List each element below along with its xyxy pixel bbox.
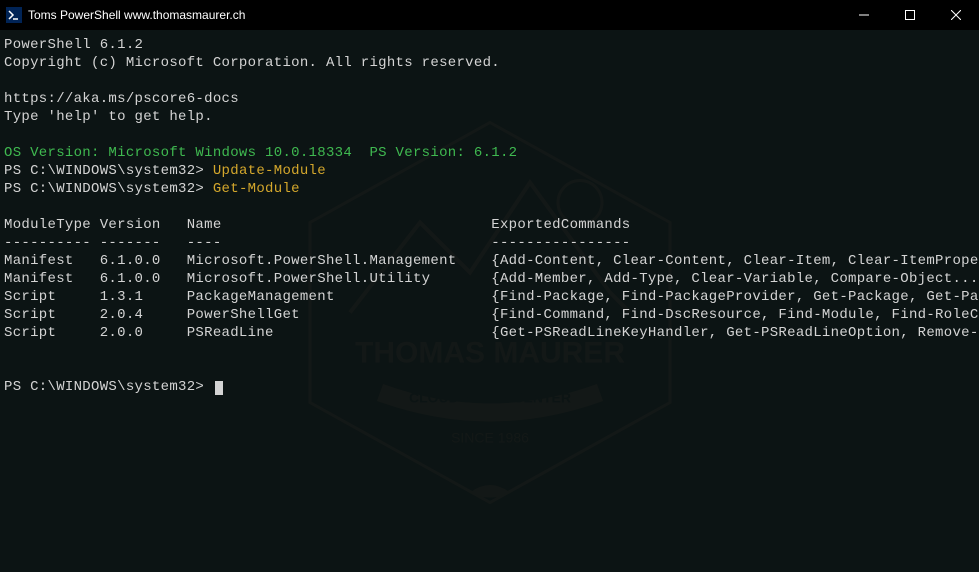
titlebar: Toms PowerShell www.thomasmaurer.ch <box>0 0 979 30</box>
close-button[interactable] <box>933 0 979 30</box>
prompt-line-2: PS C:\WINDOWS\system32> Get-Module <box>4 180 975 198</box>
prompt: PS C:\WINDOWS\system32> <box>4 163 213 179</box>
os-version-line: OS Version: Microsoft Windows 10.0.18334… <box>4 144 975 162</box>
blank-line <box>4 342 975 360</box>
powershell-icon <box>6 7 22 23</box>
blank-line <box>4 72 975 90</box>
blank-line <box>4 360 975 378</box>
prompt-line-3: PS C:\WINDOWS\system32> <box>4 378 975 396</box>
prompt: PS C:\WINDOWS\system32> <box>4 181 213 197</box>
blank-line <box>4 126 975 144</box>
table-row: Manifest 6.1.0.0 Microsoft.PowerShell.Ut… <box>4 270 975 288</box>
prompt-line-1: PS C:\WINDOWS\system32> Update-Module <box>4 162 975 180</box>
minimize-button[interactable] <box>841 0 887 30</box>
help-hint-line: Type 'help' to get help. <box>4 108 975 126</box>
table-header: ModuleType Version Name ExportedCommands <box>4 216 975 234</box>
terminal-output[interactable]: PowerShell 6.1.2 Copyright (c) Microsoft… <box>0 30 979 402</box>
version-line: PowerShell 6.1.2 <box>4 36 975 54</box>
window-title: Toms PowerShell www.thomasmaurer.ch <box>28 8 841 22</box>
blank-line <box>4 198 975 216</box>
table-row: Manifest 6.1.0.0 Microsoft.PowerShell.Ma… <box>4 252 975 270</box>
copyright-line: Copyright (c) Microsoft Corporation. All… <box>4 54 975 72</box>
svg-text:SINCE 1986: SINCE 1986 <box>451 429 529 445</box>
prompt: PS C:\WINDOWS\system32> <box>4 379 213 395</box>
maximize-button[interactable] <box>887 0 933 30</box>
command: Update-Module <box>213 163 326 179</box>
table-row: Script 2.0.4 PowerShellGet {Find-Command… <box>4 306 975 324</box>
docs-url-line: https://aka.ms/pscore6-docs <box>4 90 975 108</box>
table-row: Script 2.0.0 PSReadLine {Get-PSReadLineK… <box>4 324 975 342</box>
table-row: Script 1.3.1 PackageManagement {Find-Pac… <box>4 288 975 306</box>
cursor <box>215 381 223 395</box>
table-divider: ---------- ------- ---- ---------------- <box>4 234 975 252</box>
window-controls <box>841 0 979 30</box>
command: Get-Module <box>213 181 300 197</box>
